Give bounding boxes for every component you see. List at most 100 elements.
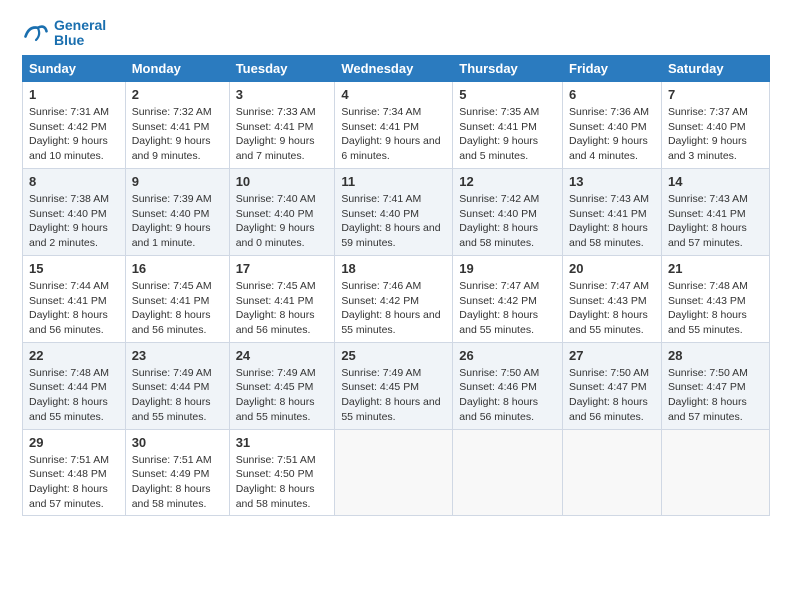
calendar-cell: 18Sunrise: 7:46 AMSunset: 4:42 PMDayligh…: [335, 255, 453, 342]
sunrise-text: Sunrise: 7:45 AM: [132, 279, 223, 294]
sunrise-text: Sunrise: 7:51 AM: [132, 453, 223, 468]
logo-line1: General: [54, 18, 106, 33]
daylight-text: Daylight: 8 hours and 57 minutes.: [668, 395, 763, 424]
day-number: 9: [132, 173, 223, 191]
sunset-text: Sunset: 4:40 PM: [132, 207, 223, 222]
sunrise-text: Sunrise: 7:47 AM: [459, 279, 556, 294]
sunset-text: Sunset: 4:41 PM: [236, 120, 329, 135]
calendar-cell: 5Sunrise: 7:35 AMSunset: 4:41 PMDaylight…: [453, 81, 563, 168]
sunrise-text: Sunrise: 7:51 AM: [29, 453, 119, 468]
sunset-text: Sunset: 4:41 PM: [132, 294, 223, 309]
calendar-cell: 4Sunrise: 7:34 AMSunset: 4:41 PMDaylight…: [335, 81, 453, 168]
sunset-text: Sunset: 4:41 PM: [29, 294, 119, 309]
sunrise-text: Sunrise: 7:43 AM: [668, 192, 763, 207]
calendar-cell: 21Sunrise: 7:48 AMSunset: 4:43 PMDayligh…: [661, 255, 769, 342]
day-number: 6: [569, 86, 655, 104]
sunrise-text: Sunrise: 7:44 AM: [29, 279, 119, 294]
daylight-text: Daylight: 8 hours and 55 minutes.: [569, 308, 655, 337]
sunset-text: Sunset: 4:49 PM: [132, 467, 223, 482]
calendar-cell: 31Sunrise: 7:51 AMSunset: 4:50 PMDayligh…: [229, 429, 335, 516]
calendar-cell: 23Sunrise: 7:49 AMSunset: 4:44 PMDayligh…: [125, 342, 229, 429]
sunset-text: Sunset: 4:40 PM: [569, 120, 655, 135]
day-number: 5: [459, 86, 556, 104]
daylight-text: Daylight: 8 hours and 59 minutes.: [341, 221, 446, 250]
calendar-cell: 14Sunrise: 7:43 AMSunset: 4:41 PMDayligh…: [661, 168, 769, 255]
calendar-table: SundayMondayTuesdayWednesdayThursdayFrid…: [22, 55, 770, 517]
calendar-cell: 9Sunrise: 7:39 AMSunset: 4:40 PMDaylight…: [125, 168, 229, 255]
day-number: 7: [668, 86, 763, 104]
sunrise-text: Sunrise: 7:36 AM: [569, 105, 655, 120]
sunrise-text: Sunrise: 7:51 AM: [236, 453, 329, 468]
sunrise-text: Sunrise: 7:39 AM: [132, 192, 223, 207]
daylight-text: Daylight: 8 hours and 58 minutes.: [569, 221, 655, 250]
daylight-text: Daylight: 8 hours and 55 minutes.: [236, 395, 329, 424]
sunset-text: Sunset: 4:40 PM: [668, 120, 763, 135]
sunrise-text: Sunrise: 7:38 AM: [29, 192, 119, 207]
daylight-text: Daylight: 8 hours and 56 minutes.: [459, 395, 556, 424]
day-number: 12: [459, 173, 556, 191]
sunrise-text: Sunrise: 7:34 AM: [341, 105, 446, 120]
daylight-text: Daylight: 9 hours and 2 minutes.: [29, 221, 119, 250]
daylight-text: Daylight: 8 hours and 56 minutes.: [236, 308, 329, 337]
col-header-sunday: Sunday: [23, 55, 126, 81]
day-number: 26: [459, 347, 556, 365]
sunset-text: Sunset: 4:42 PM: [29, 120, 119, 135]
sunrise-text: Sunrise: 7:49 AM: [341, 366, 446, 381]
daylight-text: Daylight: 9 hours and 5 minutes.: [459, 134, 556, 163]
sunset-text: Sunset: 4:45 PM: [236, 380, 329, 395]
calendar-cell: 3Sunrise: 7:33 AMSunset: 4:41 PMDaylight…: [229, 81, 335, 168]
daylight-text: Daylight: 8 hours and 57 minutes.: [29, 482, 119, 511]
daylight-text: Daylight: 9 hours and 3 minutes.: [668, 134, 763, 163]
sunset-text: Sunset: 4:40 PM: [236, 207, 329, 222]
daylight-text: Daylight: 8 hours and 57 minutes.: [668, 221, 763, 250]
sunrise-text: Sunrise: 7:50 AM: [668, 366, 763, 381]
sunrise-text: Sunrise: 7:48 AM: [668, 279, 763, 294]
calendar-cell: 8Sunrise: 7:38 AMSunset: 4:40 PMDaylight…: [23, 168, 126, 255]
sunset-text: Sunset: 4:43 PM: [569, 294, 655, 309]
sunset-text: Sunset: 4:42 PM: [459, 294, 556, 309]
sunrise-text: Sunrise: 7:49 AM: [236, 366, 329, 381]
calendar-cell: 6Sunrise: 7:36 AMSunset: 4:40 PMDaylight…: [563, 81, 662, 168]
day-number: 15: [29, 260, 119, 278]
sunset-text: Sunset: 4:41 PM: [668, 207, 763, 222]
sunrise-text: Sunrise: 7:50 AM: [459, 366, 556, 381]
sunset-text: Sunset: 4:41 PM: [459, 120, 556, 135]
daylight-text: Daylight: 8 hours and 58 minutes.: [459, 221, 556, 250]
sunrise-text: Sunrise: 7:40 AM: [236, 192, 329, 207]
calendar-cell: [453, 429, 563, 516]
day-number: 27: [569, 347, 655, 365]
daylight-text: Daylight: 8 hours and 55 minutes.: [668, 308, 763, 337]
sunset-text: Sunset: 4:48 PM: [29, 467, 119, 482]
daylight-text: Daylight: 9 hours and 4 minutes.: [569, 134, 655, 163]
day-number: 23: [132, 347, 223, 365]
calendar-cell: 22Sunrise: 7:48 AMSunset: 4:44 PMDayligh…: [23, 342, 126, 429]
day-number: 2: [132, 86, 223, 104]
sunset-text: Sunset: 4:44 PM: [132, 380, 223, 395]
sunset-text: Sunset: 4:41 PM: [569, 207, 655, 222]
sunset-text: Sunset: 4:50 PM: [236, 467, 329, 482]
sunrise-text: Sunrise: 7:47 AM: [569, 279, 655, 294]
daylight-text: Daylight: 8 hours and 55 minutes.: [459, 308, 556, 337]
daylight-text: Daylight: 8 hours and 55 minutes.: [132, 395, 223, 424]
sunrise-text: Sunrise: 7:43 AM: [569, 192, 655, 207]
calendar-cell: 29Sunrise: 7:51 AMSunset: 4:48 PMDayligh…: [23, 429, 126, 516]
daylight-text: Daylight: 8 hours and 55 minutes.: [341, 395, 446, 424]
sunset-text: Sunset: 4:44 PM: [29, 380, 119, 395]
calendar-cell: 28Sunrise: 7:50 AMSunset: 4:47 PMDayligh…: [661, 342, 769, 429]
daylight-text: Daylight: 9 hours and 1 minute.: [132, 221, 223, 250]
logo: General Blue: [22, 18, 106, 49]
day-number: 8: [29, 173, 119, 191]
calendar-cell: 26Sunrise: 7:50 AMSunset: 4:46 PMDayligh…: [453, 342, 563, 429]
col-header-monday: Monday: [125, 55, 229, 81]
calendar-cell: [661, 429, 769, 516]
daylight-text: Daylight: 8 hours and 56 minutes.: [132, 308, 223, 337]
calendar-cell: 1Sunrise: 7:31 AMSunset: 4:42 PMDaylight…: [23, 81, 126, 168]
logo-line2: Blue: [54, 33, 106, 48]
sunrise-text: Sunrise: 7:45 AM: [236, 279, 329, 294]
day-number: 20: [569, 260, 655, 278]
calendar-cell: 13Sunrise: 7:43 AMSunset: 4:41 PMDayligh…: [563, 168, 662, 255]
day-number: 25: [341, 347, 446, 365]
day-number: 22: [29, 347, 119, 365]
col-header-friday: Friday: [563, 55, 662, 81]
daylight-text: Daylight: 8 hours and 58 minutes.: [132, 482, 223, 511]
